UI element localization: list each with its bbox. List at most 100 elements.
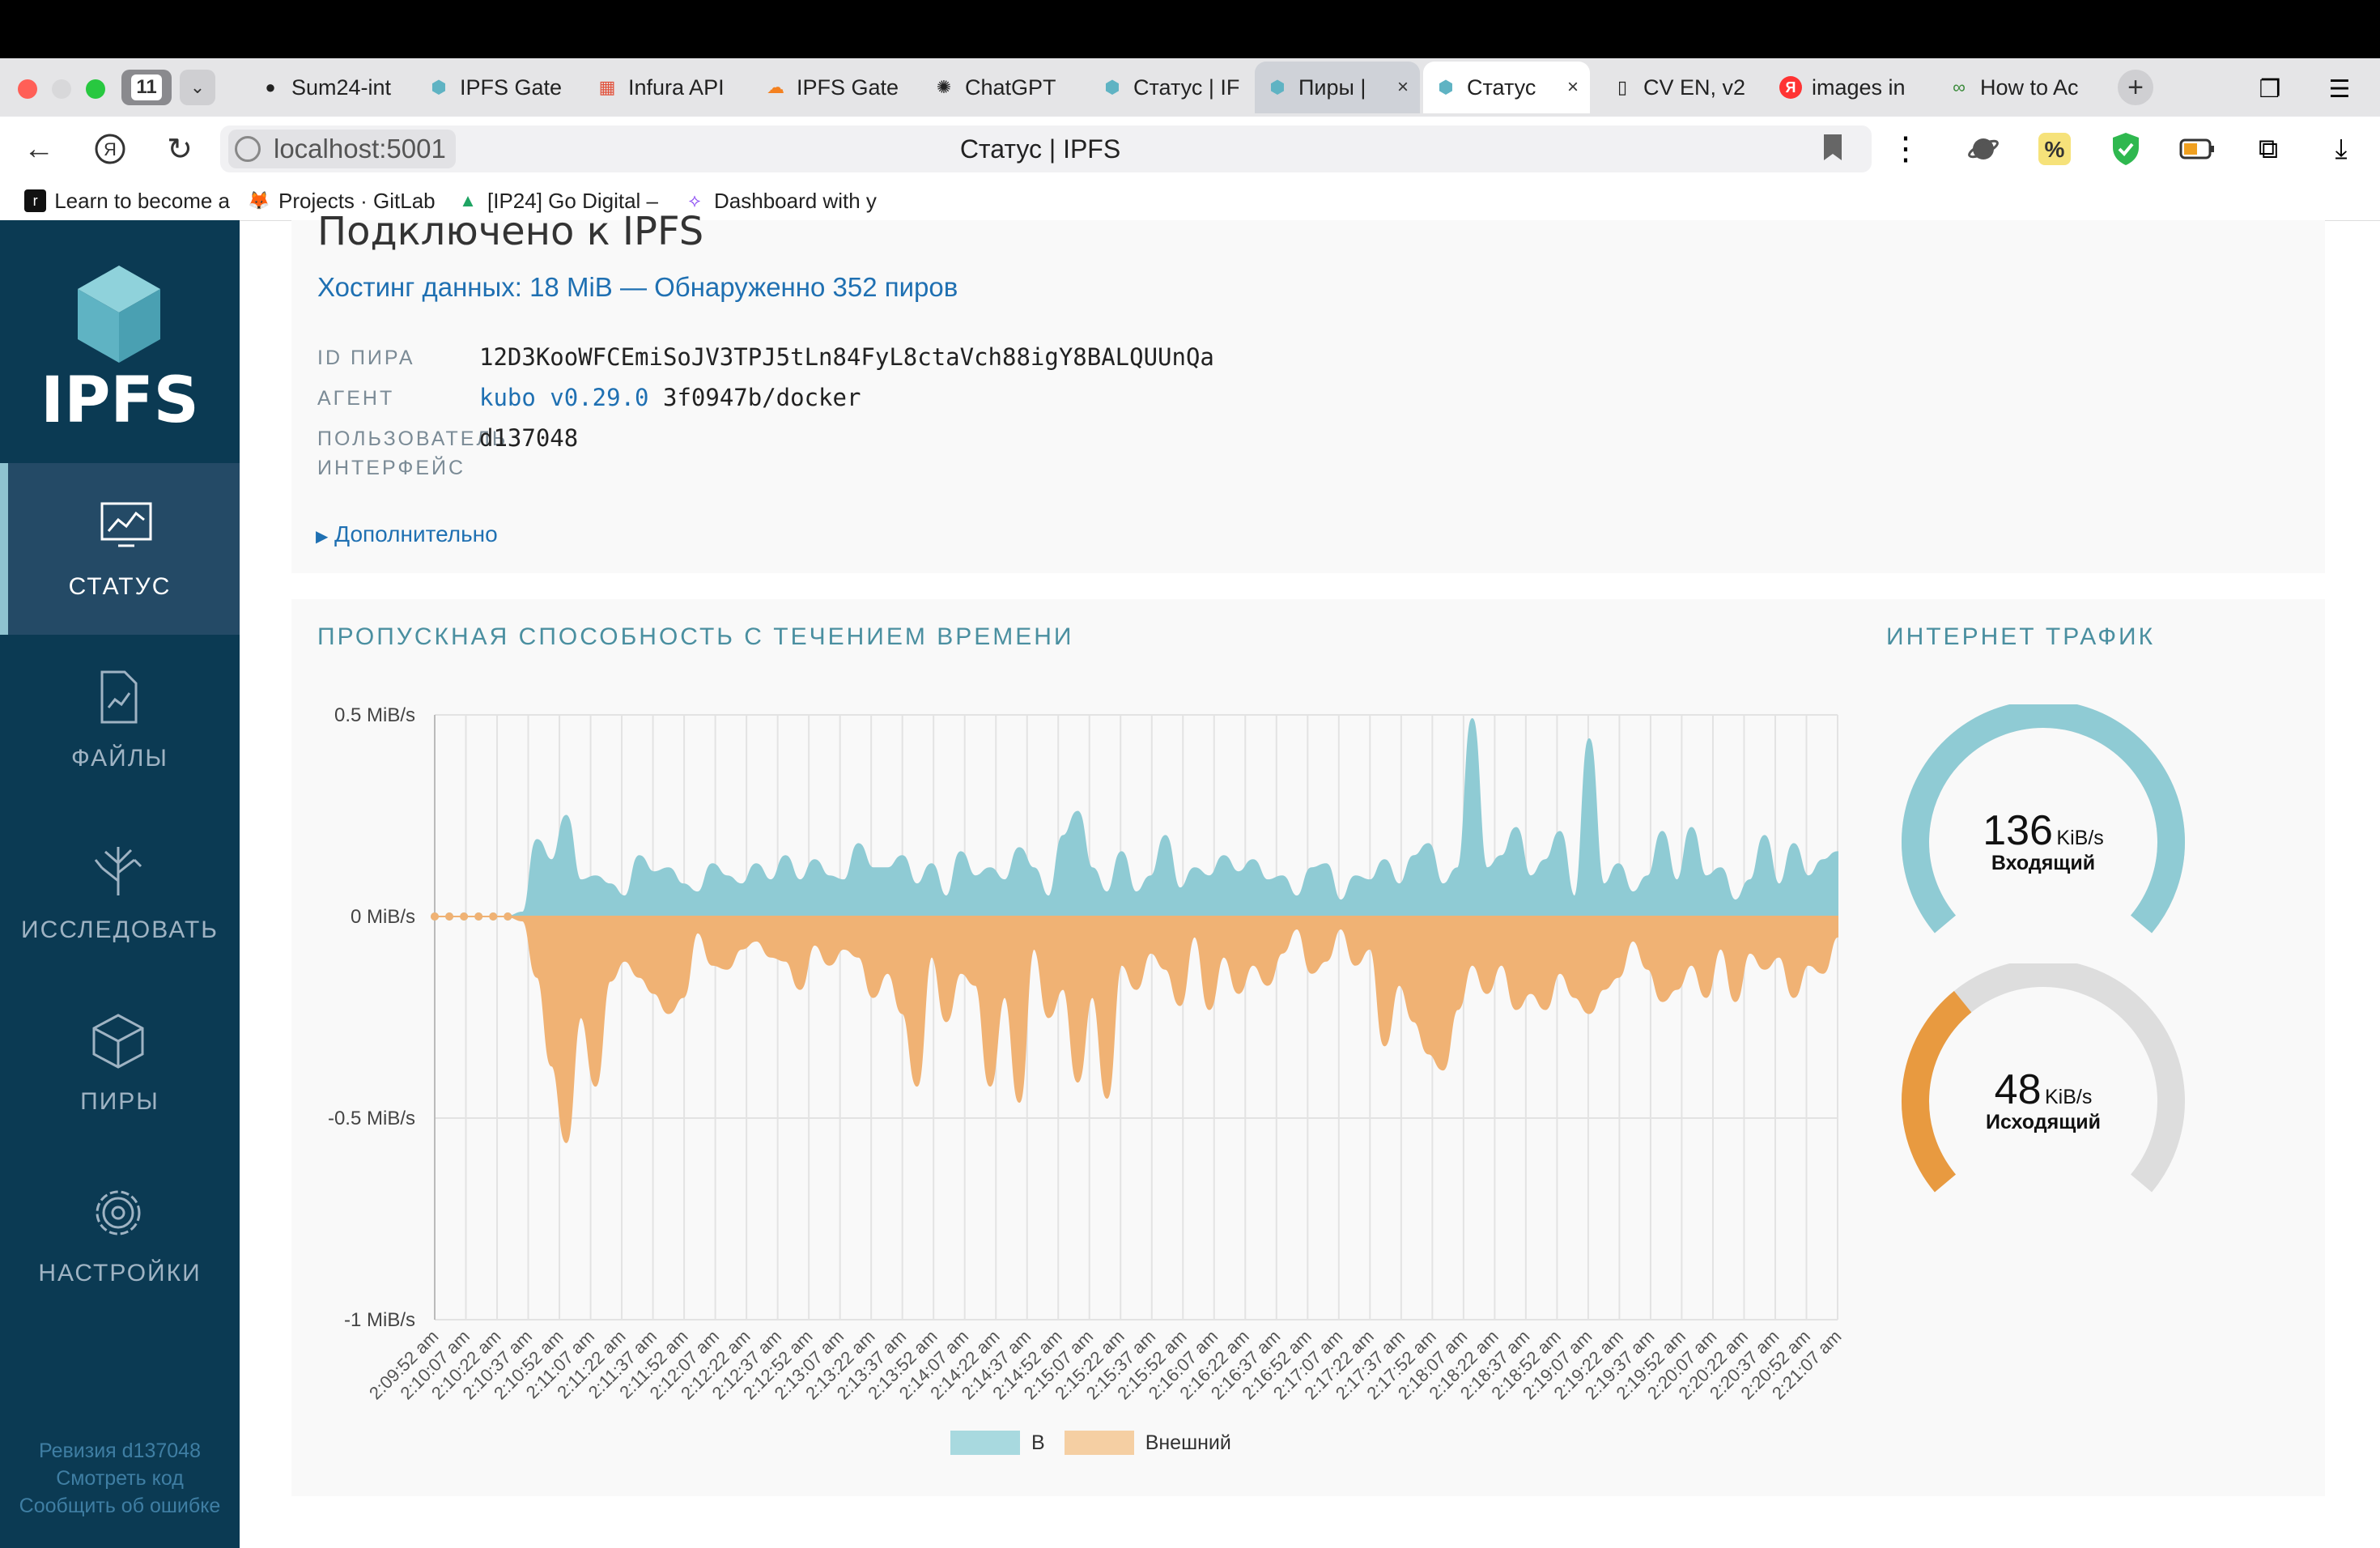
- more-toggle[interactable]: ▶ Дополнительно: [316, 521, 498, 547]
- vpn-planet-icon[interactable]: [1962, 128, 2004, 170]
- link-icon: ∞: [1953, 77, 1966, 97]
- more-vertical-icon[interactable]: ⋮: [1885, 128, 1927, 170]
- ipfs-cube-icon: ⬢: [431, 77, 447, 97]
- screen-top-bar: [0, 0, 2380, 58]
- browser-tab[interactable]: Я images in: [1768, 62, 1927, 113]
- legend-label-in: В: [1031, 1431, 1045, 1454]
- address-host[interactable]: localhost:5001: [228, 130, 456, 168]
- sidebar-item-status[interactable]: СТАТУС: [0, 463, 240, 635]
- sidebar-item-label: ИССЛЕДОВАТЬ: [21, 916, 219, 943]
- tab-label: How to Ac: [1980, 74, 2079, 100]
- bookmark-item[interactable]: ⟡ Dashboard with y: [683, 185, 890, 217]
- outgoing-readout: 48 KiB/s Исходящий: [1898, 1065, 2189, 1134]
- back-arrow-icon[interactable]: ←: [19, 130, 58, 168]
- tab-label: IPFS Gate: [460, 74, 563, 100]
- tab-label: Пиры |: [1298, 74, 1366, 100]
- browser-tab[interactable]: ⬢ IPFS Gate: [416, 62, 575, 113]
- browser-tab[interactable]: ☁ IPFS Gate: [753, 62, 912, 113]
- ipfs-logo-icon: [78, 266, 160, 363]
- browser-tab[interactable]: ⬢ Статус | IF: [1090, 62, 1248, 113]
- close-window-button[interactable]: [18, 79, 37, 99]
- gitlab-icon: 🦊: [248, 190, 270, 211]
- bookmark-label: Dashboard with y: [714, 188, 877, 213]
- tab-count: 11: [131, 74, 162, 100]
- peer-id-value: 12D3KooWFCEmiSoJV3TPJ5tLn84FyL8ctaVch88i…: [479, 343, 1214, 371]
- data-point: [489, 912, 498, 921]
- legend-swatch-out[interactable]: [1064, 1431, 1134, 1455]
- chevron-down-icon[interactable]: ⌄: [180, 70, 215, 105]
- outgoing-value: 48: [1994, 1066, 2042, 1113]
- close-icon[interactable]: ×: [1567, 76, 1579, 99]
- tab-label: Sum24-int: [291, 74, 392, 100]
- sidebar-item-explore[interactable]: ИССЛЕДОВАТЬ: [0, 806, 240, 978]
- tab-label: Статус | IF: [1133, 74, 1240, 100]
- tab-label: Infura API: [628, 74, 725, 100]
- series-area-in: [435, 717, 1838, 917]
- tab-label: Статус: [1467, 74, 1536, 100]
- bookmark-item[interactable]: r Learn to become a: [24, 185, 230, 217]
- menu-icon[interactable]: ☰: [2318, 68, 2361, 110]
- site-info-icon[interactable]: [235, 136, 261, 162]
- browser-tab-active[interactable]: ⬢ Статус ×: [1423, 62, 1590, 113]
- browser-tab[interactable]: ⬢ Пиры | ×: [1255, 62, 1420, 113]
- sidebar-item-label: ФАЙЛЫ: [71, 745, 168, 772]
- browser-tab[interactable]: ● Sum24-int: [248, 62, 406, 113]
- sidebar-item-files[interactable]: ФАЙЛЫ: [0, 635, 240, 806]
- files-icon: [100, 670, 138, 724]
- close-icon[interactable]: ×: [1397, 76, 1409, 99]
- view-code-link[interactable]: Смотреть код: [0, 1467, 240, 1491]
- zoom-window-button[interactable]: [86, 79, 105, 99]
- agent-build: 3f0947b/docker: [662, 384, 861, 411]
- tab-count-button[interactable]: 11: [121, 70, 172, 105]
- shield-icon[interactable]: [2105, 128, 2147, 170]
- data-point: [474, 912, 483, 921]
- bandwidth-chart: 2:09:52 am2:10:07 am2:10:22 am2:10:37 am…: [328, 704, 1846, 1403]
- battery-icon[interactable]: [2176, 128, 2218, 170]
- sidebar-item-label: СТАТУС: [68, 573, 172, 600]
- data-point: [431, 912, 439, 921]
- browser-tab[interactable]: ▦ Infura API: [584, 62, 743, 113]
- sidebar-item-settings[interactable]: НАСТРОЙКИ: [0, 1150, 240, 1321]
- report-bug-link[interactable]: Сообщить об ошибке: [0, 1495, 240, 1518]
- yandex-browser-icon[interactable]: Я: [91, 130, 130, 168]
- tab-label: IPFS Gate: [797, 74, 899, 100]
- y-tick-label: -0.5 MiB/s: [328, 1108, 415, 1129]
- hosting-summary-link[interactable]: Хостинг данных: 18 MiB — Обнаруженно 352…: [317, 272, 958, 303]
- browser-tab[interactable]: ∞ How to Ac: [1936, 62, 2095, 113]
- tab-label: images in: [1812, 74, 1906, 100]
- browser-tab[interactable]: ✺ ChatGPT: [921, 62, 1080, 113]
- new-tab-button[interactable]: +: [2118, 70, 2153, 105]
- translate-icon[interactable]: ⧉: [2247, 128, 2289, 170]
- minimize-window-button[interactable]: [52, 79, 71, 99]
- agent-version-link[interactable]: kubo v0.29.0: [479, 384, 649, 411]
- ipfs-cube-icon: ⬢: [1269, 77, 1286, 97]
- peer-id-label: ID ПИРА: [317, 347, 415, 369]
- ipfs-cube-icon: ⬢: [1438, 77, 1454, 97]
- document-icon: ▯: [1617, 77, 1628, 97]
- yandex-icon: Я: [1779, 76, 1802, 99]
- legend-swatch-in[interactable]: [950, 1431, 1020, 1455]
- tab-manager-icon[interactable]: ❐: [2249, 68, 2291, 110]
- revision-link[interactable]: Ревизия d137048: [0, 1440, 240, 1463]
- data-point: [460, 912, 469, 921]
- legend-label-out: Внешний: [1145, 1431, 1231, 1454]
- sidebar-item-label: НАСТРОЙКИ: [38, 1260, 202, 1286]
- incoming-readout: 136 KiB/s Входящий: [1898, 806, 2189, 875]
- reload-icon[interactable]: ↻: [160, 130, 199, 168]
- tab-label: CV EN, v2: [1643, 74, 1746, 100]
- svg-text:Я: Я: [104, 139, 117, 159]
- download-icon[interactable]: ⤓: [2320, 128, 2362, 170]
- sidebar-item-peers[interactable]: ПИРЫ: [0, 978, 240, 1150]
- ui-label-line2: ИНТЕРФЕЙС: [317, 457, 466, 479]
- browser-tab[interactable]: ▯ CV EN, v2: [1600, 62, 1758, 113]
- outgoing-unit: KiB/s: [2044, 1086, 2093, 1108]
- discount-icon[interactable]: %: [2034, 128, 2076, 170]
- bookmark-label: Learn to become a: [54, 188, 230, 213]
- status-monitor-icon: [100, 502, 152, 547]
- bookmark-icon[interactable]: [1821, 133, 1844, 162]
- connected-heading: Подключено к IPFS: [317, 209, 704, 254]
- data-point: [504, 912, 512, 921]
- svg-text:%: %: [2045, 137, 2065, 162]
- chart-legend: В Внешний: [950, 1430, 1231, 1456]
- y-tick-label: -1 MiB/s: [344, 1309, 415, 1331]
